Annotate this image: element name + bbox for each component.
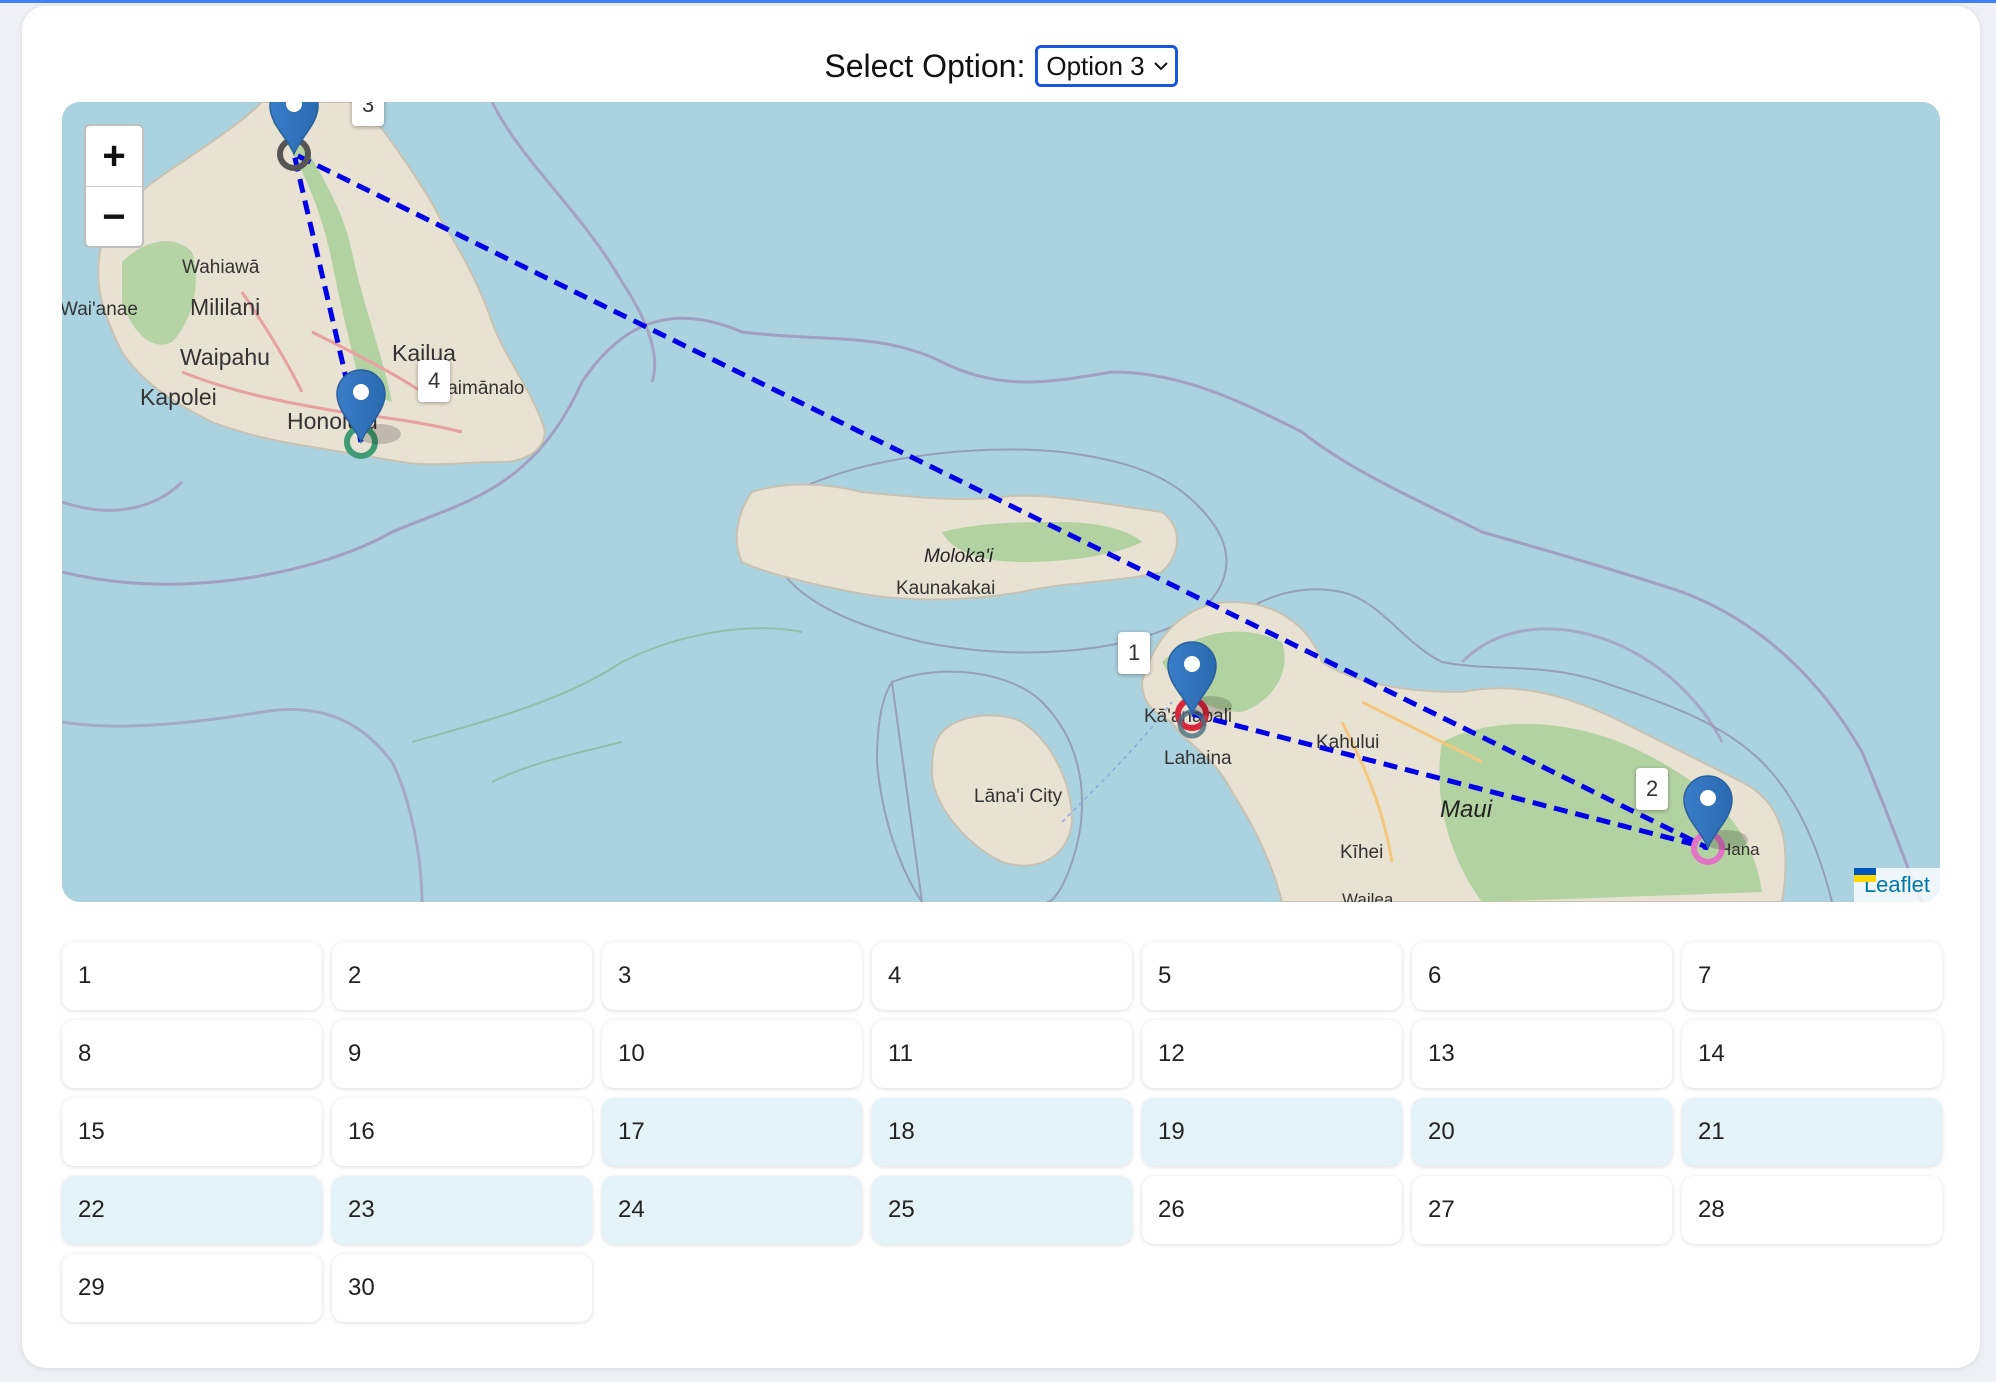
map-view[interactable]: Wahiawā Wai'anae Mililani Waipahu Kapole…	[62, 102, 1940, 902]
main-card: Select Option: Option 3 Wahiawā Wai'anae…	[22, 6, 1980, 1368]
grid-cell[interactable]: 1	[62, 942, 322, 1010]
grid-cell[interactable]: 19	[1142, 1098, 1402, 1166]
map-label-kaunakakai: Kaunakakai	[896, 578, 996, 599]
option-select-value: Option 3	[1046, 50, 1145, 81]
marker-label-2: 2	[1636, 768, 1669, 810]
top-accent-line	[0, 0, 1996, 3]
map-label-kihei: Kīhei	[1340, 842, 1384, 863]
grid-cell[interactable]: 24	[602, 1176, 862, 1244]
grid-cell[interactable]: 23	[332, 1176, 592, 1244]
marker-label-3: 3	[352, 102, 385, 126]
grid-cell[interactable]: 8	[62, 1020, 322, 1088]
number-grid: 1 2 3 4 5 6 7 8 9 10 11 12 13 14 15 16 17 18 19 20 21 22 23 24 2…	[62, 942, 1942, 1322]
map-label-waianae: Wai'anae	[62, 299, 138, 320]
grid-cell[interactable]: 5	[1142, 942, 1402, 1010]
grid-cell[interactable]: 21	[1682, 1098, 1942, 1166]
grid-cell[interactable]: 15	[62, 1098, 322, 1166]
grid-cell[interactable]: 6	[1412, 942, 1672, 1010]
map-label-kapolei: Kapolei	[140, 384, 217, 410]
option-select[interactable]: Option 3	[1035, 45, 1178, 87]
map-label-wailea: Wailea	[1342, 890, 1394, 902]
grid-cell[interactable]: 17	[602, 1098, 862, 1166]
grid-cell[interactable]: 9	[332, 1020, 592, 1088]
grid-cell[interactable]: 12	[1142, 1020, 1402, 1088]
grid-cell[interactable]: 2	[332, 942, 592, 1010]
map-label-mililani: Mililani	[190, 294, 261, 320]
ukraine-flag-icon	[1853, 868, 1876, 882]
grid-cell[interactable]: 7	[1682, 942, 1942, 1010]
grid-cell[interactable]: 28	[1682, 1176, 1942, 1244]
map-label-molokai: Moloka'i	[924, 546, 994, 567]
zoom-control: + −	[84, 124, 144, 248]
map-label-honolulu: Honolulu	[287, 408, 378, 434]
chevron-down-icon	[1153, 62, 1168, 71]
grid-cell[interactable]: 14	[1682, 1020, 1942, 1088]
grid-cell[interactable]: 18	[872, 1098, 1132, 1166]
grid-cell[interactable]: 10	[602, 1020, 862, 1088]
grid-cell[interactable]: 26	[1142, 1176, 1402, 1244]
map-label-lanai-city: Lāna'i City	[974, 786, 1063, 807]
grid-cell[interactable]: 20	[1412, 1098, 1672, 1166]
grid-cell[interactable]: 22	[62, 1176, 322, 1244]
grid-cell[interactable]: 30	[332, 1254, 592, 1322]
grid-cell[interactable]: 27	[1412, 1176, 1672, 1244]
marker-label-4: 4	[418, 360, 451, 402]
map-attribution: Leaflet	[1853, 868, 1940, 902]
map-label-waipahu: Waipahu	[180, 344, 270, 370]
map-label-lahaina: Lahaina	[1164, 748, 1232, 769]
grid-cell[interactable]: 13	[1412, 1020, 1672, 1088]
option-selector-row: Select Option: Option 3	[22, 42, 1980, 90]
grid-cell[interactable]: 16	[332, 1098, 592, 1166]
map-label-kahului: Kahului	[1316, 732, 1380, 753]
grid-cell[interactable]: 3	[602, 942, 862, 1010]
zoom-out-button[interactable]: −	[86, 186, 142, 247]
map-label-hana: Hana	[1719, 840, 1760, 859]
grid-cell[interactable]: 29	[62, 1254, 322, 1322]
marker-label-1: 1	[1118, 632, 1151, 674]
map-label-maui: Maui	[1440, 796, 1493, 823]
map-label-wahiawa: Wahiawā	[182, 257, 260, 278]
grid-cell[interactable]: 25	[872, 1176, 1132, 1244]
select-label: Select Option:	[824, 47, 1026, 84]
zoom-in-button[interactable]: +	[86, 126, 142, 186]
grid-cell[interactable]: 4	[872, 942, 1132, 1010]
map-label-kaanapali: Kā'anapali	[1144, 706, 1233, 727]
grid-cell[interactable]: 11	[872, 1020, 1132, 1088]
